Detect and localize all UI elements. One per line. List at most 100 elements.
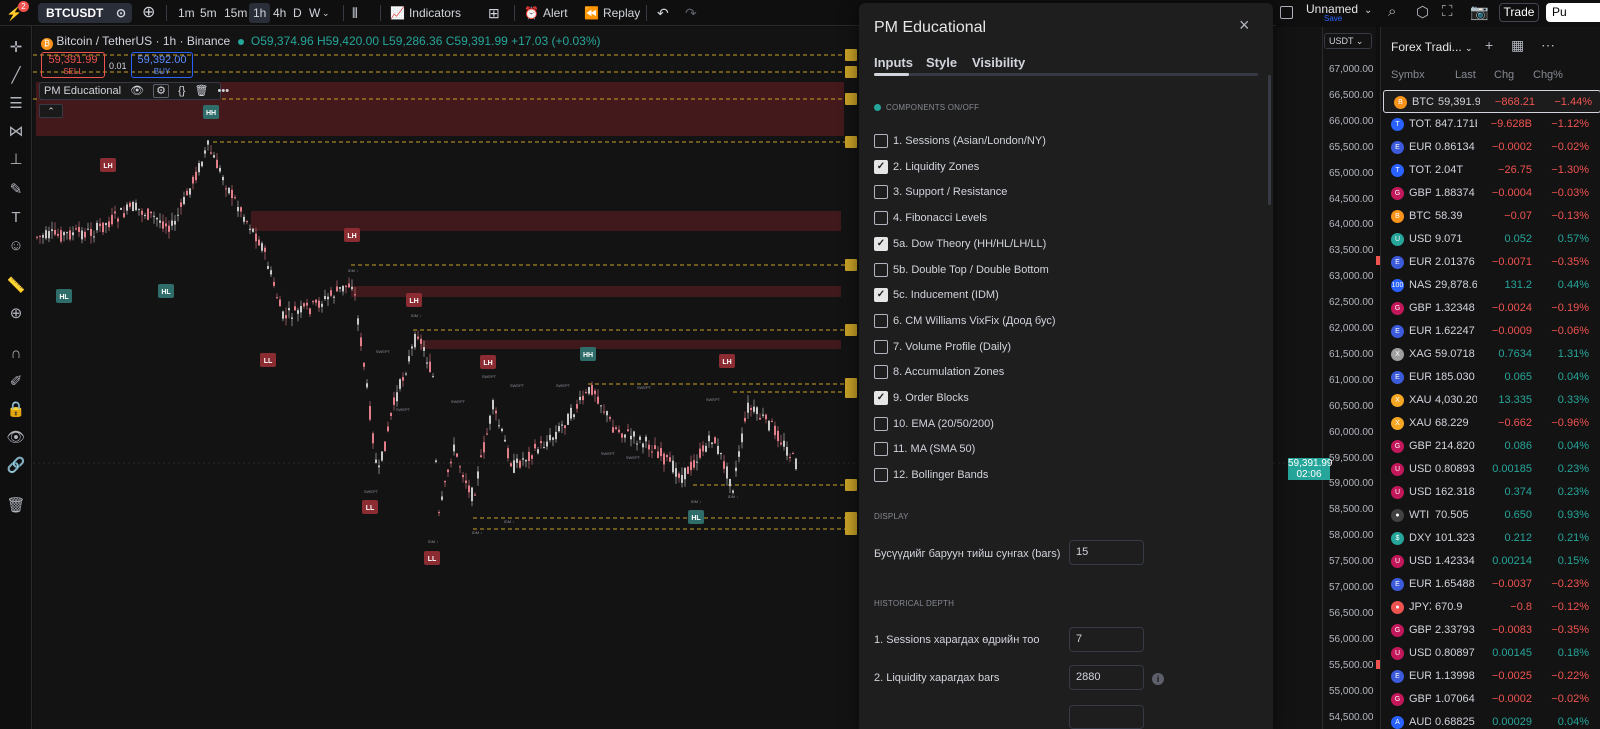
column-chg[interactable]: Chg <box>1494 69 1514 81</box>
close-icon[interactable]: × <box>1239 15 1250 36</box>
watchlist-row[interactable]: EEURUSD0.86134−0.0002−0.02% <box>1381 136 1600 159</box>
link-icon[interactable]: 🔗 <box>6 456 26 476</box>
watchlist-row[interactable]: ● WTI 70.505 0.650 0.93% <box>1381 504 1600 527</box>
row-flag[interactable] <box>1376 256 1380 265</box>
chevron-up-icon[interactable]: ⌃ <box>39 104 63 118</box>
add-symbol-icon[interactable]: + <box>1485 37 1493 53</box>
column-chg-percent[interactable]: Chg% <box>1533 69 1563 81</box>
lock-icon[interactable]: 🔒 <box>6 400 26 420</box>
watchlist-row[interactable]: GGBPCAD1.32348−0.0024−0.19% <box>1381 297 1600 320</box>
row-flag[interactable] <box>1376 660 1380 669</box>
sessions-days-input[interactable]: 7 <box>1069 627 1144 652</box>
watchlist-row[interactable]: XXAGUSD59.07180.76341.31% <box>1381 343 1600 366</box>
watchlist-row[interactable]: UUSDCAD1.423340.002140.15% <box>1381 550 1600 573</box>
extend-bars-input[interactable]: 15 <box>1069 540 1144 565</box>
timeframe-15m[interactable]: 15m <box>220 3 251 23</box>
column-symbol[interactable]: Symbx <box>1391 69 1425 81</box>
watchlist-row[interactable]: TTOTAL847.171B−9.628B−1.12% <box>1381 113 1600 136</box>
checkbox[interactable] <box>874 416 888 431</box>
source-code-icon[interactable]: {} <box>178 85 185 97</box>
watchlist-row[interactable]: GGBPJPY214.8200.0860.04% <box>1381 435 1600 458</box>
magnet-icon[interactable]: ∩ <box>6 344 26 364</box>
pattern-icon[interactable]: ⋈ <box>6 122 26 142</box>
watchlist-row[interactable]: EEURNZD1.13998−0.0025−0.22% <box>1381 665 1600 688</box>
publish-button[interactable]: Pu <box>1546 3 1600 22</box>
brush-icon[interactable]: ✎ <box>6 180 26 200</box>
checkbox[interactable] <box>874 185 888 200</box>
checkbox[interactable] <box>874 313 888 328</box>
checkbox[interactable]: ✓ <box>874 159 888 174</box>
templates-grid-icon[interactable]: ⊞ <box>488 3 500 23</box>
text-icon[interactable]: T <box>6 208 26 228</box>
replay-button[interactable]: ⏪ Replay <box>584 3 640 23</box>
settings-hexagon-icon[interactable]: ⬡ <box>1416 3 1429 21</box>
timeframe-5m[interactable]: 5m <box>196 3 221 23</box>
buy-button[interactable]: 59,392.00 BUY <box>131 52 193 78</box>
checkbox[interactable] <box>874 211 888 226</box>
layout-toggle-icon[interactable] <box>1280 6 1293 19</box>
trash-icon[interactable]: 🗑 <box>195 85 209 97</box>
checkbox[interactable] <box>874 134 888 148</box>
chevron-down-icon[interactable]: ⌄ <box>322 3 330 23</box>
undo-icon[interactable]: ↶ <box>657 3 669 23</box>
more-icon[interactable]: ⋯ <box>1541 37 1555 54</box>
checkbox[interactable] <box>874 262 888 277</box>
watchlist-row[interactable]: EEURJPY185.0300.0650.04% <box>1381 366 1600 389</box>
crosshair-icon[interactable]: ✛ <box>6 38 26 58</box>
info-icon[interactable]: i <box>1152 673 1164 685</box>
timeframe-d[interactable]: D <box>289 3 306 23</box>
next-input-field[interactable] <box>1069 705 1144 729</box>
watchlist-row[interactable]: GGBPUSD1.88374−0.0004−0.03% <box>1381 182 1600 205</box>
timeframe-1h[interactable]: 1h <box>249 3 271 23</box>
watchlist-row[interactable]: EEURGBP2.01376−0.0071−0.35% <box>1381 251 1600 274</box>
advanced-view-icon[interactable]: ▦ <box>1511 37 1524 54</box>
liquidity-bars-input[interactable]: 2880 <box>1069 665 1144 690</box>
column-last[interactable]: Last <box>1455 69 1476 81</box>
watchlist-row[interactable]: AAUDUSD0.688250.000290.04% <box>1381 711 1600 729</box>
eye-icon[interactable]: 👁 <box>130 85 144 97</box>
ruler-icon[interactable]: 📏 <box>6 276 26 296</box>
watchlist-title[interactable]: Forex Tradi... ⌄ <box>1391 40 1473 54</box>
horizontal-lines-icon[interactable]: ☰ <box>6 94 26 114</box>
checkbox[interactable] <box>874 339 888 354</box>
timeframe-1m[interactable]: 1m <box>174 3 199 23</box>
indicator-legend-row[interactable]: PM Educational 👁 ⚙ {} 🗑 ••• <box>39 82 229 100</box>
redo-icon[interactable]: ↷ <box>685 3 697 23</box>
fullscreen-icon[interactable]: ⛶ <box>1442 3 1453 20</box>
logo-menu-button[interactable]: ⚡ 2 <box>6 1 30 22</box>
tab-visibility[interactable]: Visibility <box>972 55 1025 70</box>
sell-button[interactable]: 59,391.99 SELL <box>41 52 105 78</box>
tab-style[interactable]: Style <box>926 55 957 70</box>
checkbox[interactable] <box>874 468 888 483</box>
checkbox[interactable]: ✓ <box>874 236 888 251</box>
checkbox[interactable]: ✓ <box>874 288 888 303</box>
watchlist-row[interactable]: UUSDT.D9.0710.0520.57% <box>1381 228 1600 251</box>
checkbox[interactable] <box>874 365 888 380</box>
compare-add-icon[interactable]: ⊕ <box>142 3 155 23</box>
watchlist-row[interactable]: EEURCAD1.62247−0.0009−0.06% <box>1381 320 1600 343</box>
watchlist-row[interactable]: XXAUEUR68.229−0.662−0.96% <box>1381 412 1600 435</box>
indicators-button[interactable]: 📈 Indicators <box>390 3 461 23</box>
watchlist-row[interactable]: EEURAUD1.65488−0.0037−0.23% <box>1381 573 1600 596</box>
projection-icon[interactable]: ⊥ <box>6 150 26 170</box>
trendline-icon[interactable]: ╱ <box>6 66 26 86</box>
camera-icon[interactable]: 📷 <box>1470 3 1489 21</box>
watchlist-row[interactable]: 100NAS10029,878.6131.20.44% <box>1381 274 1600 297</box>
eye-icon[interactable]: 👁 <box>6 428 26 448</box>
watchlist-row[interactable]: GGBPCHF1.07064−0.0002−0.02% <box>1381 688 1600 711</box>
watchlist-row[interactable]: ●JPYX670.9−0.8−0.12% <box>1381 596 1600 619</box>
watchlist-row[interactable]: $ DXY 101.323 0.212 0.21% <box>1381 527 1600 550</box>
more-icon[interactable]: ••• <box>218 85 230 97</box>
zoom-in-icon[interactable]: ⊕ <box>6 304 26 324</box>
watchlist-row[interactable]: UUSDJPY162.3180.3740.23% <box>1381 481 1600 504</box>
candles-icon[interactable]: ⫴ <box>352 3 358 23</box>
watchlist-row[interactable]: BBTCUSDT59,391.99−868.21−1.44% <box>1383 90 1600 113</box>
watchlist-row[interactable]: GGBPAUD2.33793−0.0083−0.35% <box>1381 619 1600 642</box>
watchlist-row[interactable]: BBTC.D58.39−0.07−0.13% <box>1381 205 1600 228</box>
watchlist-row[interactable]: XXAUUSD4,030.2013.3350.33% <box>1381 389 1600 412</box>
emoji-icon[interactable]: ☺ <box>6 236 26 256</box>
alert-button[interactable]: ⏰ Alert <box>524 3 568 23</box>
timeframe-4h[interactable]: 4h <box>269 3 290 23</box>
symbol-search-button[interactable]: BTCUSDT ⊙ <box>38 3 132 23</box>
checkbox[interactable] <box>874 442 888 457</box>
